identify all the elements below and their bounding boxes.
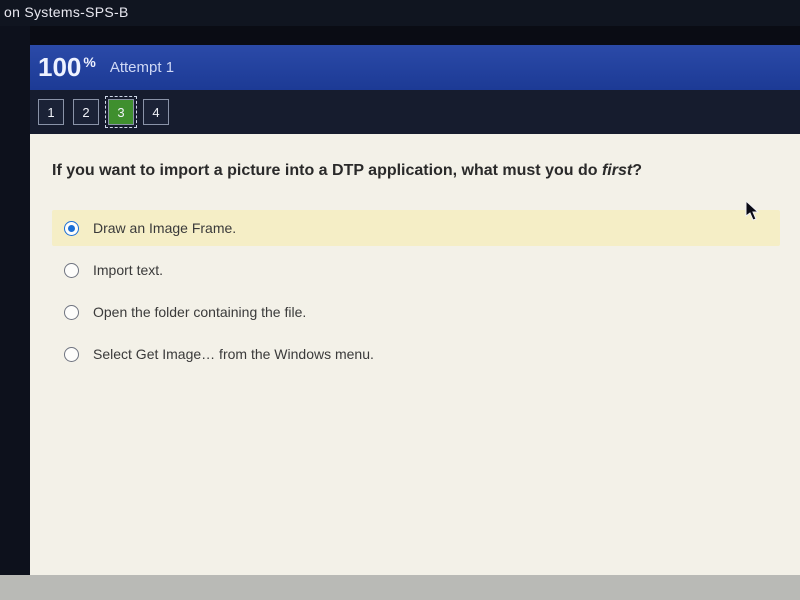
question-suffix: ?: [632, 162, 642, 179]
option-3[interactable]: Open the folder containing the file.: [52, 294, 780, 330]
attempt-label: Attempt 1: [110, 59, 174, 76]
option-label: Draw an Image Frame.: [93, 220, 236, 236]
option-1[interactable]: Draw an Image Frame.: [52, 210, 780, 246]
question-prefix: If you want to import a picture into a D…: [52, 162, 602, 179]
radio-icon: [64, 221, 79, 236]
question-text: If you want to import a picture into a D…: [52, 162, 780, 180]
outer-frame: on Systems-SPS-B 100 % Attempt 1 1 2 3 4…: [0, 0, 800, 600]
radio-icon: [64, 263, 79, 278]
question-nav-3[interactable]: 3: [108, 99, 134, 125]
option-label: Open the folder containing the file.: [93, 304, 306, 320]
question-nav-1[interactable]: 1: [38, 99, 64, 125]
question-nav: 1 2 3 4: [30, 90, 800, 134]
option-4[interactable]: Select Get Image… from the Windows menu.: [52, 336, 780, 372]
window-title: on Systems-SPS-B: [4, 4, 129, 20]
question-nav-2[interactable]: 2: [73, 99, 99, 125]
window-title-bar: on Systems-SPS-B: [0, 0, 800, 26]
option-label: Import text.: [93, 262, 163, 278]
left-gutter: [0, 26, 30, 575]
score-unit: %: [83, 54, 95, 70]
radio-icon: [64, 305, 79, 320]
option-label: Select Get Image… from the Windows menu.: [93, 346, 374, 362]
progress-header: 100 % Attempt 1: [30, 45, 800, 90]
question-nav-4[interactable]: 4: [143, 99, 169, 125]
radio-icon: [64, 347, 79, 362]
app-frame: on Systems-SPS-B 100 % Attempt 1 1 2 3 4…: [0, 0, 800, 575]
option-2[interactable]: Import text.: [52, 252, 780, 288]
score-value: 100: [38, 52, 81, 83]
question-panel: If you want to import a picture into a D…: [30, 134, 800, 575]
question-emph: first: [602, 162, 632, 179]
